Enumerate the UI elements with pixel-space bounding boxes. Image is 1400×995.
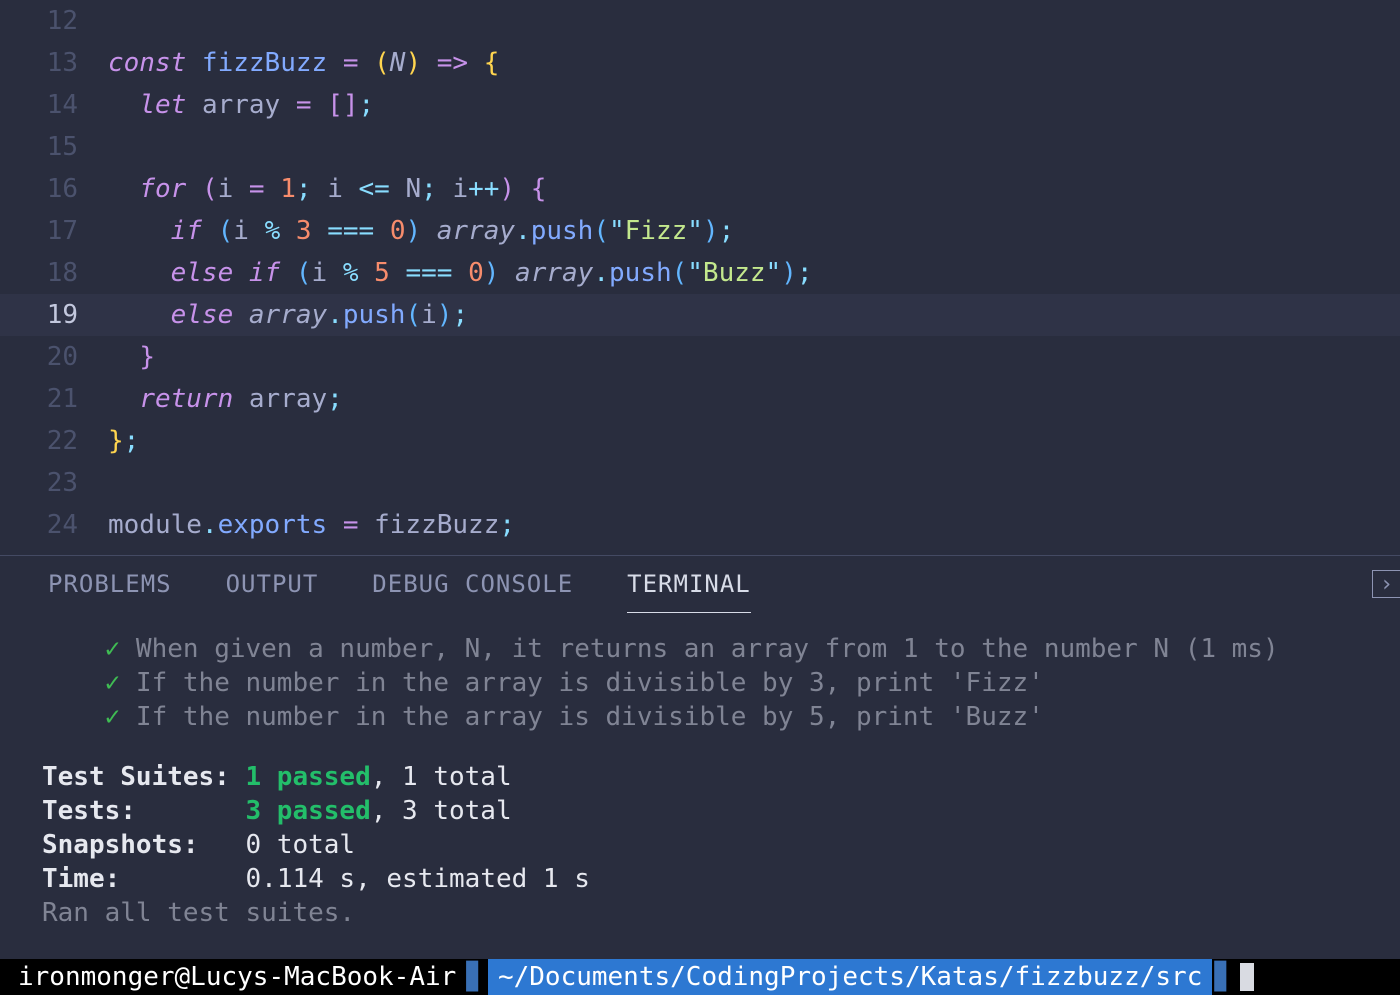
editor-line[interactable]: 13const fizzBuzz = (N) => { xyxy=(0,42,1400,84)
code-editor[interactable]: 1213const fizzBuzz = (N) => {14 let arra… xyxy=(0,0,1400,555)
summary-suites-rest: , 1 total xyxy=(371,762,512,792)
line-number: 21 xyxy=(0,378,108,420)
check-icon: ✓ xyxy=(42,668,136,698)
line-number: 12 xyxy=(0,0,108,42)
panel-close-button[interactable]: › xyxy=(1372,570,1400,598)
code-content: const fizzBuzz = (N) => { xyxy=(108,42,499,84)
code-content: else array.push(i); xyxy=(108,294,468,336)
shell-prompt[interactable]: ironmonger@Lucys-MacBook-Air ▊ ~/Documen… xyxy=(0,959,1400,995)
test-result-line: ✓ If the number in the array is divisibl… xyxy=(42,666,1358,700)
line-number: 19 xyxy=(0,294,108,336)
code-content: else if (i % 5 === 0) array.push("Buzz")… xyxy=(108,252,813,294)
code-content: } xyxy=(108,336,155,378)
line-number: 14 xyxy=(0,84,108,126)
panel-tab-terminal[interactable]: TERMINAL xyxy=(627,556,751,613)
prompt-separator-icon: ▊ xyxy=(464,959,488,995)
line-number: 24 xyxy=(0,504,108,546)
check-icon: ✓ xyxy=(42,702,136,732)
line-number: 23 xyxy=(0,462,108,504)
summary-snapshots-label: Snapshots: xyxy=(42,830,199,860)
editor-line[interactable]: 14 let array = []; xyxy=(0,84,1400,126)
summary-suites-pass: 1 passed xyxy=(246,762,371,792)
summary-tests-label: Tests: xyxy=(42,796,136,826)
editor-line[interactable]: 16 for (i = 1; i <= N; i++) { xyxy=(0,168,1400,210)
check-icon: ✓ xyxy=(42,634,136,664)
summary-footer: Ran all test suites. xyxy=(42,898,355,928)
editor-line[interactable]: 15 xyxy=(0,126,1400,168)
test-result-line: ✓ When given a number, N, it returns an … xyxy=(42,632,1358,666)
prompt-host: ironmonger@Lucys-MacBook-Air xyxy=(0,959,464,995)
test-result-line: ✓ If the number in the array is divisibl… xyxy=(42,700,1358,734)
line-number: 18 xyxy=(0,252,108,294)
line-number: 20 xyxy=(0,336,108,378)
panel-tab-problems[interactable]: PROBLEMS xyxy=(48,556,172,612)
code-content: }; xyxy=(108,420,139,462)
summary-tests-rest: , 3 total xyxy=(371,796,512,826)
terminal-output[interactable]: ✓ When given a number, N, it returns an … xyxy=(0,612,1400,930)
code-content: let array = []; xyxy=(108,84,374,126)
panel-tab-debug-console[interactable]: DEBUG CONSOLE xyxy=(372,556,573,612)
code-content: if (i % 3 === 0) array.push("Fizz"); xyxy=(108,210,734,252)
summary-time-label: Time: xyxy=(42,864,120,894)
code-content: return array; xyxy=(108,378,343,420)
line-number: 15 xyxy=(0,126,108,168)
line-number: 13 xyxy=(0,42,108,84)
editor-line[interactable]: 23 xyxy=(0,462,1400,504)
code-content: module.exports = fizzBuzz; xyxy=(108,504,515,546)
editor-line[interactable]: 25 xyxy=(0,546,1400,555)
summary-suites-label: Test Suites: xyxy=(42,762,230,792)
editor-line[interactable]: 17 if (i % 3 === 0) array.push("Fizz"); xyxy=(0,210,1400,252)
line-number: 25 xyxy=(0,546,108,555)
prompt-path: ~/Documents/CodingProjects/Katas/fizzbuz… xyxy=(488,959,1212,995)
prompt-separator-icon: ▊ xyxy=(1212,959,1236,995)
line-number: 17 xyxy=(0,210,108,252)
editor-line[interactable]: 20 } xyxy=(0,336,1400,378)
summary-time-rest: 0.114 s, estimated 1 s xyxy=(246,864,590,894)
editor-line[interactable]: 19 else array.push(i); xyxy=(0,294,1400,336)
panel-tab-output[interactable]: OUTPUT xyxy=(226,556,319,612)
summary-snapshots-rest: 0 total xyxy=(246,830,356,860)
code-content: for (i = 1; i <= N; i++) { xyxy=(108,168,546,210)
line-number: 16 xyxy=(0,168,108,210)
editor-line[interactable]: 18 else if (i % 5 === 0) array.push("Buz… xyxy=(0,252,1400,294)
summary-tests-pass: 3 passed xyxy=(246,796,371,826)
prompt-cursor xyxy=(1236,959,1254,995)
chevron-right-icon: › xyxy=(1380,572,1393,597)
editor-line[interactable]: 12 xyxy=(0,0,1400,42)
editor-line[interactable]: 22}; xyxy=(0,420,1400,462)
editor-line[interactable]: 24module.exports = fizzBuzz; xyxy=(0,504,1400,546)
line-number: 22 xyxy=(0,420,108,462)
panel-tabs: PROBLEMS OUTPUT DEBUG CONSOLE TERMINAL › xyxy=(0,556,1400,612)
editor-line[interactable]: 21 return array; xyxy=(0,378,1400,420)
